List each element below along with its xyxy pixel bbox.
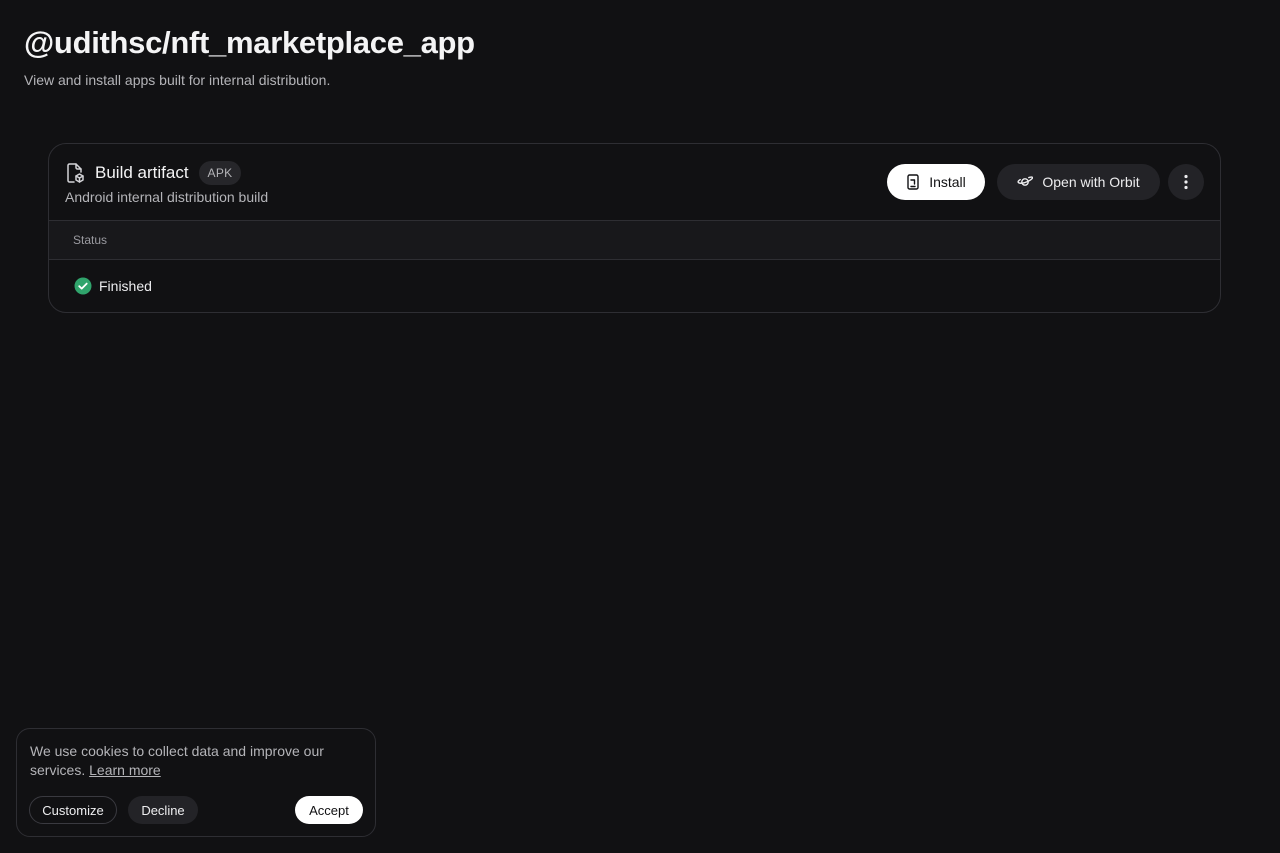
install-label: Install: [929, 174, 966, 190]
learn-more-link[interactable]: Learn more: [89, 762, 161, 778]
page: @udithsc/nft_marketplace_app View and in…: [0, 0, 1280, 853]
column-header-status: Status: [73, 233, 108, 247]
artifact-title: Build artifact: [95, 163, 189, 182]
check-circle-icon: [74, 277, 92, 295]
more-options-button[interactable]: [1168, 164, 1204, 200]
customize-button[interactable]: Customize: [29, 796, 117, 824]
build-artifact-card: Build artifact APK Android internal dist…: [48, 143, 1221, 313]
artifact-type-badge: APK: [198, 161, 242, 185]
open-with-orbit-button[interactable]: Open with Orbit: [997, 164, 1160, 200]
table-header: Status: [49, 221, 1220, 260]
accept-button[interactable]: Accept: [295, 796, 363, 824]
file-package-icon: [65, 162, 85, 184]
cookie-message: We use cookies to collect data and impro…: [30, 742, 350, 780]
table-row: Finished: [49, 260, 1220, 312]
more-vertical-icon: [1184, 174, 1188, 190]
artifact-header: Build artifact APK Android internal dist…: [49, 144, 1220, 221]
decline-button[interactable]: Decline: [128, 796, 198, 824]
orbit-icon: [1017, 175, 1034, 189]
cookie-actions: Customize Decline Accept: [29, 796, 363, 825]
status-badge: Finished: [99, 278, 152, 294]
install-button[interactable]: Install: [887, 164, 985, 200]
phone-download-icon: [906, 174, 920, 190]
orbit-label: Open with Orbit: [1042, 174, 1140, 190]
cookie-message-text: We use cookies to collect data and impro…: [30, 743, 324, 778]
cookie-banner: We use cookies to collect data and impro…: [16, 728, 376, 837]
page-title: @udithsc/nft_marketplace_app: [24, 25, 475, 60]
page-subtitle: View and install apps built for internal…: [24, 72, 331, 88]
artifact-actions: Install Open with Orbit: [887, 164, 1204, 200]
page-header: @udithsc/nft_marketplace_app View and in…: [24, 24, 475, 90]
